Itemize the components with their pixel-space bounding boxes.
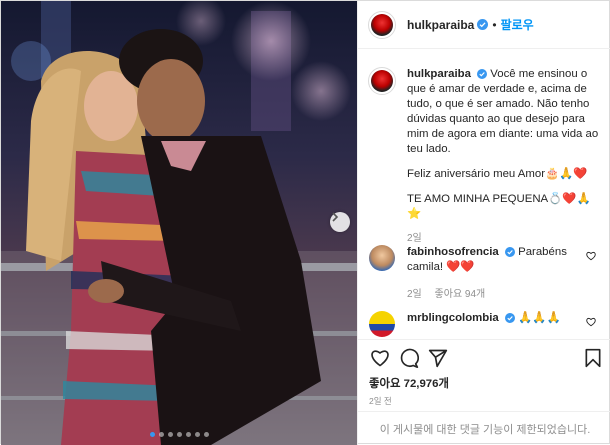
- carousel-dot: [176, 432, 182, 437]
- comment-text: 🙏🙏🙏: [518, 312, 561, 324]
- comments-disabled-notice: 이 게시물에 대한 댓글 기능이 제한되었습니다.: [358, 411, 610, 445]
- like-comment-heart-icon[interactable]: [586, 251, 596, 261]
- comment-meta: 2일 좋아요 94개: [407, 287, 587, 302]
- avatar[interactable]: [369, 245, 395, 271]
- like-comment-heart-icon[interactable]: [586, 317, 596, 327]
- caption-text: Feliz aniversário meu Amor🎂🙏❤️: [407, 168, 588, 180]
- next-slide-button[interactable]: [330, 212, 350, 232]
- avatar[interactable]: [369, 311, 395, 337]
- verified-badge-icon: [477, 19, 489, 30]
- bookmark-save-icon[interactable]: [584, 348, 602, 368]
- caption-text: TE AMO MINHA PEQUENA💍❤️🙏⭐: [407, 193, 591, 220]
- separator-dot: •: [492, 17, 497, 32]
- comment-item: mrblingcolombia 🙏🙏🙏: [368, 311, 606, 337]
- post-header: hulkparaiba • 팔로우: [358, 1, 610, 49]
- post-photo[interactable]: [1, 1, 357, 445]
- comment-username[interactable]: mrblingcolombia: [407, 312, 499, 324]
- verified-badge-icon: [504, 246, 515, 257]
- divider: [358, 339, 610, 340]
- carousel-indicator: [1, 432, 357, 437]
- comment-username[interactable]: fabinhosofrencia: [407, 246, 499, 258]
- photo-illustration: [1, 1, 357, 445]
- verified-badge-icon: [504, 312, 515, 323]
- carousel-dot: [167, 432, 173, 437]
- carousel-dot: [203, 432, 209, 437]
- like-heart-icon[interactable]: [370, 348, 390, 368]
- caption-text: Você me ensinou o que é amar de verdade …: [407, 68, 599, 155]
- carousel-dot: [185, 432, 191, 437]
- comment-age: 2일: [407, 289, 422, 300]
- carousel-dot: [158, 432, 164, 437]
- post-caption: hulkparaiba Você me ensinou o que é amar…: [368, 67, 606, 246]
- header-username[interactable]: hulkparaiba: [407, 18, 474, 32]
- comment-item: fabinhosofrencia Parabéns camila! ❤️❤️ 2…: [368, 245, 606, 302]
- caption-age: 2일: [407, 233, 422, 244]
- avatar[interactable]: [368, 67, 396, 95]
- chevron-right-icon: [332, 212, 339, 222]
- share-paper-plane-icon[interactable]: [428, 348, 448, 368]
- follow-button[interactable]: 팔로우: [501, 16, 534, 33]
- post-time: 2일 전: [369, 396, 392, 406]
- comment-bubble-icon[interactable]: [399, 348, 419, 368]
- post-actions: [368, 348, 604, 372]
- post-side-panel: hulkparaiba • 팔로우 hulkparaiba Você me en…: [357, 1, 610, 445]
- caption-username[interactable]: hulkparaiba: [407, 68, 471, 80]
- verified-badge-icon: [477, 68, 488, 79]
- likes-count[interactable]: 좋아요 72,976개: [369, 375, 449, 391]
- post-modal: hulkparaiba • 팔로우 hulkparaiba Você me en…: [0, 0, 610, 445]
- carousel-dot: [149, 432, 155, 437]
- comment-likes[interactable]: 좋아요 94개: [435, 289, 486, 300]
- avatar[interactable]: [368, 10, 396, 39]
- carousel-dot: [194, 432, 200, 437]
